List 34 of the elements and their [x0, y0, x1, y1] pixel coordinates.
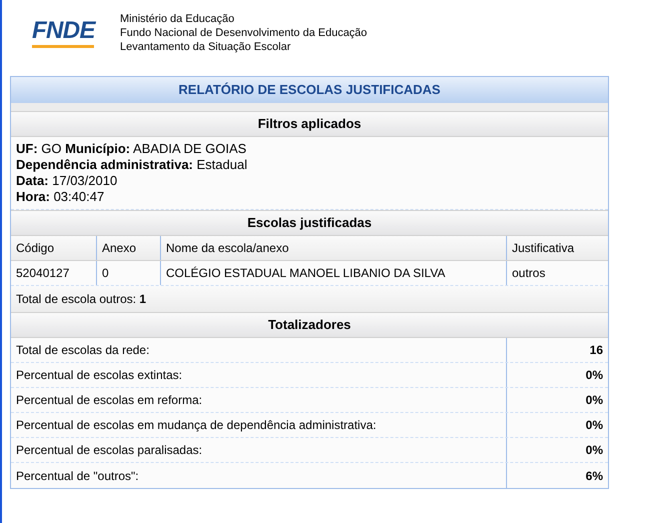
totals-value: 0% [584, 442, 604, 459]
header-text: Levantamento da Situação Escolar [120, 40, 292, 54]
section-header: Filtros aplicados [11, 111, 608, 137]
filter-text: UF: GO Município: ABADIA DE GOIAS [16, 141, 248, 157]
column-header: Nome da escola/anexo [161, 236, 507, 260]
logo: FNDE [32, 18, 97, 42]
header-text: Fundo Nacional de Desenvolvimento da Educação [120, 26, 368, 40]
totals-label: Percentual de escolas em reforma: [11, 388, 507, 412]
table-cell: 52040127 [11, 261, 97, 285]
total-text: Total de escola outros: 1 [16, 291, 146, 308]
table-cell: 0 [97, 261, 161, 285]
table-cell-text: outros [511, 265, 546, 282]
section-header: Escolas justificadas [11, 210, 608, 236]
totals-value: 0% [584, 392, 604, 409]
filter-text: Data: 17/03/2010 [16, 173, 118, 189]
totals-label: Percentual de escolas em mudança de dependência administrativa: [11, 413, 507, 437]
filter-text: Dependência administrativa: Estadual [16, 157, 248, 173]
column-header: Anexo [97, 236, 161, 260]
report-title: RELATÓRIO DE ESCOLAS JUSTIFICADAS [11, 77, 608, 103]
totals-label: Percentual de escolas paralisadas: [11, 438, 507, 462]
section-header: Totalizadores [11, 312, 608, 338]
filter-text: Hora: 03:40:47 [16, 189, 106, 205]
header-text: Ministério da Educação [120, 12, 236, 26]
totals-label: Total de escolas da rede: [11, 338, 507, 362]
totals-label: Percentual de escolas extintas: [11, 363, 507, 387]
logo-underline [32, 44, 94, 48]
totals-value: 0% [584, 417, 604, 434]
totals-label: Percentual de "outros": [11, 463, 507, 488]
totals-value: 16 [588, 342, 604, 359]
column-header: Código [11, 236, 97, 260]
column-header: Justificativa [511, 240, 576, 257]
table-cell: COLÉGIO ESTADUAL MANOEL LIBANIO DA SILVA [161, 261, 507, 285]
totals-value: 0% [584, 367, 604, 384]
totals-value: 6% [584, 468, 604, 484]
